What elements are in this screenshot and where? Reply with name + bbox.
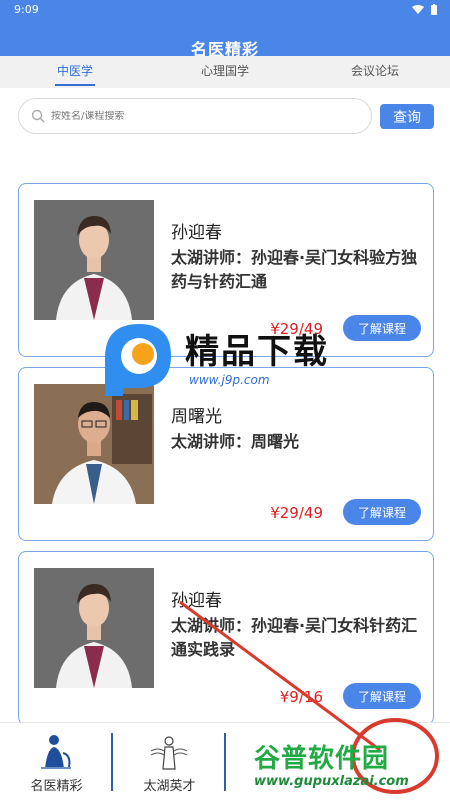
annotation-arrow [179, 600, 439, 794]
watermark-bottom-url: www.gupuxlazai.com [254, 774, 409, 789]
watermark-bottom-text: 谷普软件园 [254, 744, 390, 774]
watermark-bottom: 谷普软件园 www.gupuxlazai.com [246, 738, 450, 798]
